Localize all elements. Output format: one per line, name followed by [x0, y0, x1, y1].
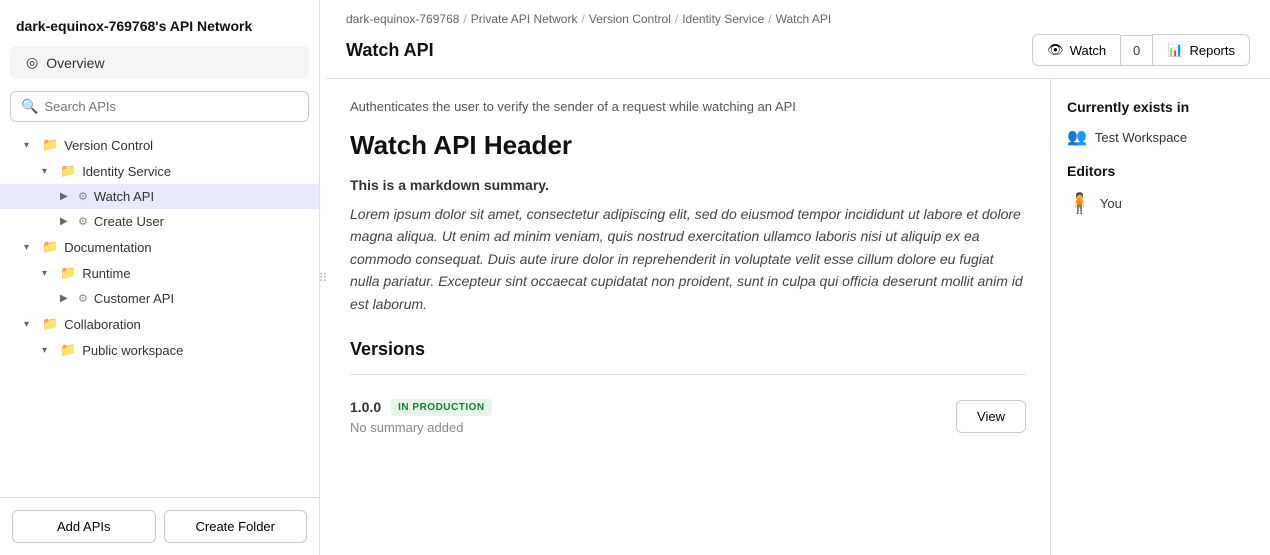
version-divider [350, 374, 1026, 375]
workspace-item: 👥 Test Workspace [1067, 127, 1254, 147]
sidebar-item-label: Customer API [94, 291, 174, 306]
version-info: 1.0.0 IN PRODUCTION No summary added [350, 399, 492, 435]
chevron-icon: ▾ [42, 268, 56, 279]
breadcrumb-item-network[interactable]: dark-equinox-769768 [346, 12, 459, 26]
watch-label: Watch [1070, 43, 1106, 58]
chevron-icon: ▶ [60, 191, 74, 202]
breadcrumb-separator: / [463, 12, 466, 26]
folder-icon: 📁 [60, 265, 76, 281]
markdown-summary: This is a markdown summary. [350, 177, 1026, 193]
main-content: Authenticates the user to verify the sen… [326, 79, 1050, 555]
page-header: Watch API 👁 Watch 0 📊 Reports [326, 26, 1270, 79]
sidebar: dark-equinox-769768's API Network ◎ Over… [0, 0, 320, 555]
sidebar-item-label: Create User [94, 214, 164, 229]
markdown-body: Lorem ipsum dolor sit amet, consectetur … [350, 203, 1026, 315]
sidebar-item-identity-service[interactable]: ▾ 📁 Identity Service [0, 158, 319, 184]
sidebar-tree: ▾ 📁 Version Control ▾ 📁 Identity Service… [0, 132, 319, 497]
sidebar-item-label: Runtime [82, 266, 130, 281]
chevron-icon: ▾ [24, 319, 38, 330]
add-apis-button[interactable]: Add APIs [12, 510, 156, 543]
editor-item: 🧍 You [1067, 191, 1254, 216]
breadcrumb-item-version-control[interactable]: Version Control [589, 12, 671, 26]
sidebar-title: dark-equinox-769768's API Network [0, 0, 319, 46]
chevron-icon: ▾ [42, 166, 56, 177]
sidebar-item-label: Identity Service [82, 164, 171, 179]
watch-count: 0 [1120, 35, 1152, 66]
chevron-icon: ▾ [42, 345, 56, 356]
folder-icon: 📁 [42, 316, 58, 332]
api-icon: ⚙ [78, 292, 88, 305]
search-icon: 🔍 [21, 98, 38, 115]
api-icon: ⚙ [78, 190, 88, 203]
sidebar-item-public-workspace[interactable]: ▾ 📁 Public workspace [0, 337, 319, 363]
sidebar-footer: Add APIs Create Folder [0, 497, 319, 555]
main-area: dark-equinox-769768 / Private API Networ… [326, 0, 1270, 555]
currently-exists-title: Currently exists in [1067, 99, 1254, 115]
chevron-icon: ▾ [24, 242, 38, 253]
users-icon: 👥 [1067, 127, 1087, 147]
editors-title: Editors [1067, 163, 1254, 179]
breadcrumb-item-identity-service[interactable]: Identity Service [682, 12, 764, 26]
api-description: Authenticates the user to verify the sen… [350, 99, 1026, 114]
breadcrumb-separator: / [768, 12, 771, 26]
sidebar-item-label: Version Control [64, 138, 153, 153]
chevron-icon: ▶ [60, 216, 74, 227]
api-icon: ⚙ [78, 215, 88, 228]
version-status-badge: IN PRODUCTION [391, 399, 492, 416]
reports-label: Reports [1189, 43, 1235, 58]
folder-icon: 📁 [42, 239, 58, 255]
sidebar-item-label: Public workspace [82, 343, 183, 358]
sidebar-item-version-control[interactable]: ▾ 📁 Version Control [0, 132, 319, 158]
overview-icon: ◎ [26, 54, 38, 71]
breadcrumb-item-private-api[interactable]: Private API Network [471, 12, 578, 26]
content-area: Authenticates the user to verify the sen… [326, 79, 1270, 555]
sidebar-item-label: Watch API [94, 189, 154, 204]
overview-label: Overview [46, 55, 104, 71]
breadcrumb-separator: / [675, 12, 678, 26]
folder-icon: 📁 [60, 163, 76, 179]
version-number: 1.0.0 [350, 399, 381, 415]
avatar: 🧍 [1067, 191, 1092, 216]
version-row: 1.0.0 IN PRODUCTION No summary added Vie… [350, 389, 1026, 445]
versions-title: Versions [350, 339, 1026, 360]
chevron-icon: ▾ [24, 140, 38, 151]
header-actions: 👁 Watch 0 📊 Reports [1032, 34, 1250, 66]
reports-button[interactable]: 📊 Reports [1152, 34, 1250, 66]
editor-name: You [1100, 196, 1122, 211]
view-version-button[interactable]: View [956, 400, 1026, 433]
search-box[interactable]: 🔍 [10, 91, 309, 122]
breadcrumb-item-current: Watch API [776, 12, 832, 26]
chart-icon: 📊 [1167, 42, 1183, 58]
sidebar-item-create-user[interactable]: ▶ ⚙ Create User [0, 209, 319, 234]
version-summary: No summary added [350, 416, 492, 435]
watch-button[interactable]: 👁 Watch [1032, 34, 1120, 66]
breadcrumb: dark-equinox-769768 / Private API Networ… [326, 0, 1270, 26]
create-folder-button[interactable]: Create Folder [164, 510, 308, 543]
sidebar-item-documentation[interactable]: ▾ 📁 Documentation [0, 234, 319, 260]
folder-icon: 📁 [42, 137, 58, 153]
sidebar-item-label: Collaboration [64, 317, 141, 332]
search-input[interactable] [44, 99, 298, 114]
sidebar-item-collaboration[interactable]: ▾ 📁 Collaboration [0, 311, 319, 337]
chevron-icon: ▶ [60, 293, 74, 304]
api-header-title: Watch API Header [350, 130, 1026, 161]
sidebar-item-runtime[interactable]: ▾ 📁 Runtime [0, 260, 319, 286]
editors-section: Editors 🧍 You [1067, 163, 1254, 216]
sidebar-item-watch-api[interactable]: ▶ ⚙ Watch API [0, 184, 319, 209]
version-left: 1.0.0 IN PRODUCTION [350, 399, 492, 416]
breadcrumb-separator: / [581, 12, 584, 26]
folder-icon: 📁 [60, 342, 76, 358]
workspace-name: Test Workspace [1095, 130, 1187, 145]
sidebar-overview-item[interactable]: ◎ Overview [10, 46, 309, 79]
eye-icon: 👁 [1047, 42, 1064, 58]
right-sidebar: Currently exists in 👥 Test Workspace Edi… [1050, 79, 1270, 555]
sidebar-item-customer-api[interactable]: ▶ ⚙ Customer API [0, 286, 319, 311]
sidebar-item-label: Documentation [64, 240, 151, 255]
page-title: Watch API [346, 40, 434, 61]
